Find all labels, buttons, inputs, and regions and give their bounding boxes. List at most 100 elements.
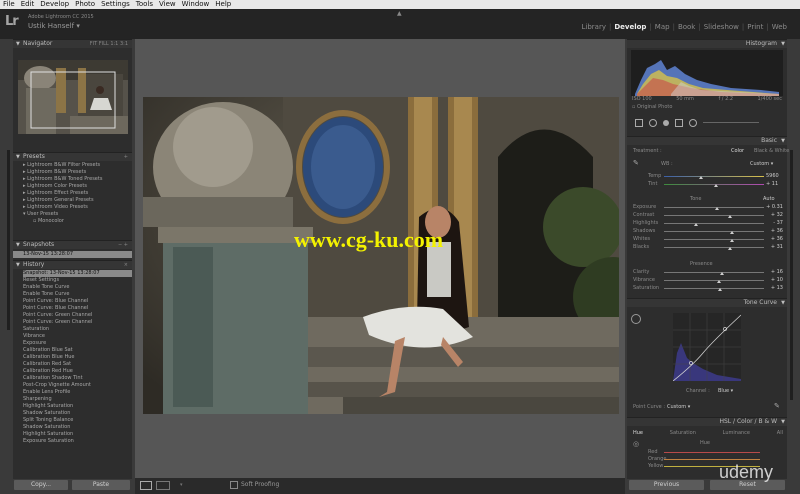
slider-knob[interactable] bbox=[717, 280, 721, 283]
preset-folder[interactable]: ▾ User Presets bbox=[23, 211, 132, 218]
slider-knob[interactable] bbox=[715, 207, 719, 210]
tone-curve-graph[interactable] bbox=[672, 313, 742, 382]
menu-tools[interactable]: Tools bbox=[133, 0, 156, 9]
slider-row[interactable]: Vibrance + 10 bbox=[633, 277, 783, 285]
history-item[interactable]: Point Curve: Green Channel bbox=[23, 312, 132, 319]
tint-value[interactable]: + 11 bbox=[766, 181, 778, 187]
menu-file[interactable]: File bbox=[0, 0, 18, 9]
tone-auto-button[interactable]: Auto bbox=[763, 196, 775, 202]
slider-row[interactable]: Whites + 36 bbox=[633, 236, 783, 244]
preset-folder[interactable]: ▸ Lightroom B&W Filter Presets bbox=[23, 162, 132, 169]
temp-value[interactable]: 5960 bbox=[766, 173, 779, 179]
tab-all[interactable]: All bbox=[777, 430, 783, 436]
history-item[interactable]: Point Curve: Green Channel bbox=[23, 319, 132, 326]
slider-row[interactable]: Contrast + 32 bbox=[633, 212, 783, 220]
slider-knob[interactable] bbox=[728, 247, 732, 250]
preset-folder[interactable]: ▸ Lightroom General Presets bbox=[23, 197, 132, 204]
user-name[interactable]: Ustik Hanself ▾ bbox=[28, 22, 80, 30]
preset-folder[interactable]: ▸ Lightroom Video Presets bbox=[23, 204, 132, 211]
slider-knob[interactable] bbox=[720, 272, 724, 275]
loupe-view-icon[interactable] bbox=[140, 481, 152, 490]
history-item[interactable]: Enable Tone Curve bbox=[23, 291, 132, 298]
hsl-header[interactable]: HSL / Color / B & W ▼ bbox=[627, 417, 787, 426]
paste-button[interactable]: Paste bbox=[72, 480, 130, 490]
clear-history-icon[interactable]: × bbox=[124, 261, 128, 269]
history-item[interactable]: Enable Tone Curve bbox=[23, 284, 132, 291]
history-item[interactable]: Saturation bbox=[23, 326, 132, 333]
right-scrollbar[interactable] bbox=[790, 150, 793, 400]
history-item[interactable]: Shadow Saturation bbox=[23, 410, 132, 417]
module-library[interactable]: Library bbox=[579, 23, 609, 31]
slider-track[interactable] bbox=[664, 223, 764, 224]
history-header[interactable]: ▼ History × bbox=[13, 260, 132, 269]
history-item[interactable]: Exposure Saturation bbox=[23, 438, 132, 445]
preset-folder[interactable]: ▸ Lightroom B&W Presets bbox=[23, 169, 132, 176]
slider-knob[interactable] bbox=[718, 288, 722, 291]
collapse-top-panel-icon[interactable]: ▲ bbox=[397, 10, 402, 17]
histogram-header[interactable]: Histogram ▼ bbox=[627, 39, 787, 48]
menu-window[interactable]: Window bbox=[179, 0, 213, 9]
slider-value[interactable]: + 32 bbox=[771, 212, 783, 218]
slider-track[interactable] bbox=[664, 207, 764, 208]
slider-value[interactable]: + 0.31 bbox=[766, 204, 783, 210]
module-map[interactable]: Map bbox=[652, 23, 673, 31]
module-web[interactable]: Web bbox=[769, 23, 790, 31]
histogram[interactable] bbox=[631, 50, 783, 96]
slider-knob[interactable] bbox=[730, 239, 734, 242]
tab-saturation[interactable]: Saturation bbox=[670, 430, 696, 436]
presets-header[interactable]: ▼ Presets + bbox=[13, 152, 132, 161]
slider-row[interactable]: Highlights - 37 bbox=[633, 220, 783, 228]
crop-tool-icon[interactable] bbox=[635, 118, 643, 127]
slider-track[interactable] bbox=[664, 247, 764, 248]
treatment-bw[interactable]: Black & White bbox=[754, 148, 789, 154]
slider-track[interactable] bbox=[664, 280, 764, 281]
history-item[interactable]: Calibration Shadow Tint bbox=[23, 375, 132, 382]
slider-knob[interactable] bbox=[728, 215, 732, 218]
treatment-color[interactable]: Color bbox=[731, 148, 744, 154]
radial-filter-icon[interactable] bbox=[689, 118, 697, 127]
history-item[interactable]: Shadow Saturation bbox=[23, 424, 132, 431]
history-item[interactable]: Calibration Blue Hue bbox=[23, 354, 132, 361]
before-after-options[interactable]: ▾ bbox=[180, 482, 183, 488]
previous-button[interactable]: Previous bbox=[629, 480, 704, 490]
add-preset-icon[interactable]: + bbox=[124, 153, 128, 161]
history-item[interactable]: Reset Settings bbox=[23, 277, 132, 284]
wb-select[interactable]: Custom ▾ bbox=[750, 161, 773, 167]
history-item[interactable]: Calibration Blue Sat bbox=[23, 347, 132, 354]
history-item[interactable]: Post-Crop Vignette Amount bbox=[23, 382, 132, 389]
navigator-preview[interactable] bbox=[18, 60, 128, 134]
slider-value[interactable]: + 36 bbox=[771, 236, 783, 242]
slider-row[interactable]: Saturation + 13 bbox=[633, 285, 783, 293]
slider-knob[interactable] bbox=[694, 223, 698, 226]
tint-knob[interactable] bbox=[714, 184, 718, 187]
basic-header[interactable]: Basic ▼ bbox=[627, 136, 787, 145]
snapshots-header[interactable]: ▼ Snapshots − + bbox=[13, 240, 132, 249]
soft-proofing-checkbox[interactable] bbox=[230, 481, 238, 489]
temp-knob[interactable] bbox=[699, 176, 703, 179]
slider-value[interactable]: + 31 bbox=[771, 244, 783, 250]
copy-button[interactable]: Copy... bbox=[14, 480, 68, 490]
hsl-target-icon[interactable]: ◎ bbox=[633, 440, 639, 448]
module-book[interactable]: Book bbox=[675, 23, 698, 31]
preset-item[interactable]: ▫ Monocolor bbox=[23, 218, 132, 225]
menu-settings[interactable]: Settings bbox=[98, 0, 133, 9]
preset-folder[interactable]: ▸ Lightroom Color Presets bbox=[23, 183, 132, 190]
menu-view[interactable]: View bbox=[156, 0, 179, 9]
left-scrollbar[interactable] bbox=[7, 150, 10, 330]
adjustment-brush-slider[interactable] bbox=[703, 122, 759, 123]
slider-track[interactable] bbox=[664, 215, 764, 216]
slider-track[interactable] bbox=[664, 231, 764, 232]
navigator-header[interactable]: ▼ Navigator FIT FILL 1:1 3:1 bbox=[13, 39, 132, 48]
red-eye-icon[interactable] bbox=[663, 119, 669, 126]
main-photo[interactable] bbox=[143, 97, 619, 414]
slider-track[interactable] bbox=[664, 239, 764, 240]
snapshot-add-remove-icons[interactable]: − + bbox=[118, 241, 128, 249]
history-item[interactable]: Sharpening bbox=[23, 396, 132, 403]
point-curve-select[interactable]: Custom ▾ bbox=[667, 404, 690, 410]
original-photo-toggle[interactable]: ▫ Original Photo bbox=[632, 104, 672, 110]
slider-value[interactable]: + 13 bbox=[771, 285, 783, 291]
history-item[interactable]: Snapshot: 13-Nov-15 13:28:07 bbox=[23, 270, 132, 277]
snapshot-item[interactable]: 13-Nov-15 13:28:07 bbox=[13, 251, 132, 258]
preset-folder[interactable]: ▸ Lightroom Effect Presets bbox=[23, 190, 132, 197]
channel-select[interactable]: Blue ▾ bbox=[718, 388, 733, 394]
